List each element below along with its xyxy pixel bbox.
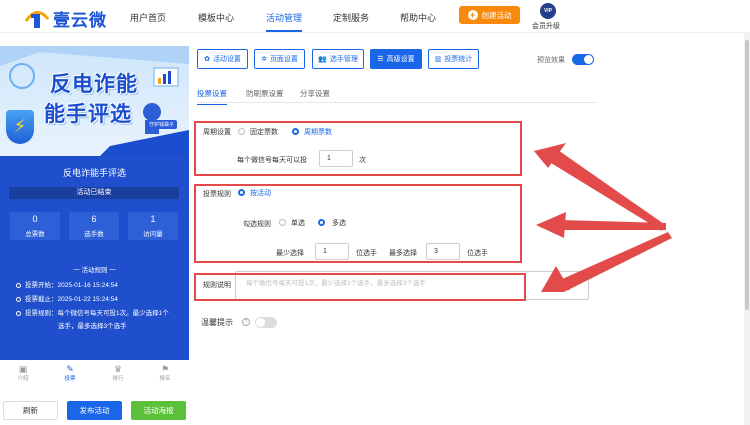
page-scrollbar-thumb[interactable] — [745, 40, 749, 310]
arrowhead-vote-rules — [536, 212, 566, 238]
annotation-arrows — [534, 143, 672, 292]
page: 壹云微 用户首页 模板中心 活动管理 定制服务 帮助中心 + 创建活动 VIP … — [0, 0, 750, 425]
